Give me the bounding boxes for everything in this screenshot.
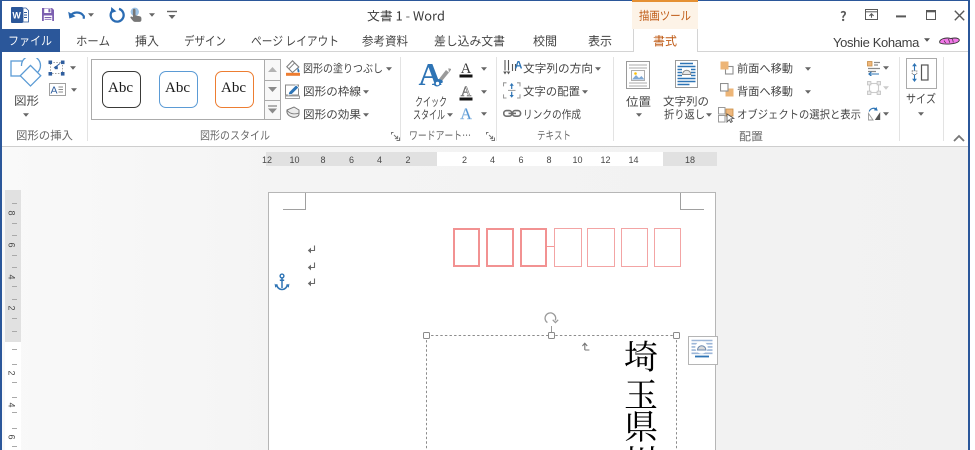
svg-text:W: W xyxy=(12,11,21,21)
svg-text:A: A xyxy=(418,57,441,92)
svg-text:A: A xyxy=(50,85,57,97)
svg-text:A: A xyxy=(460,106,472,122)
svg-text:A: A xyxy=(515,60,522,72)
